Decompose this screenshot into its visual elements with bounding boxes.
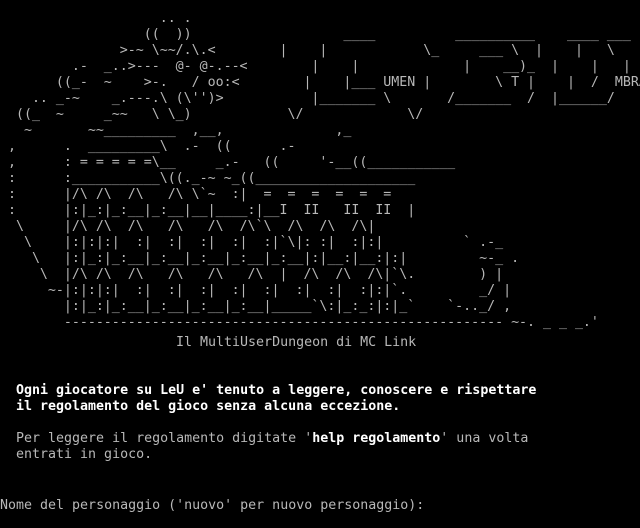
help-line-1: Per leggere il regolamento digitate 'hel… [16, 431, 528, 447]
notice-line-2: il regolamento del gioco senza alcuna ec… [16, 399, 401, 414]
login-prompt-label: Nome del personaggio ('nuovo' per nuovo … [0, 498, 425, 513]
subtitle: Il MultiUserDungeon di MC Link [176, 335, 417, 350]
text-cursor [432, 495, 440, 509]
help-line-2: entrati in gioco. [16, 447, 153, 462]
help-command: help regolamento [312, 431, 441, 446]
ascii-art-banner: .. . (( )) ____ __________ ____ ___ >-~ … [7, 11, 640, 330]
notice-line-1: Ogni giocatore su LeU e' tenuto a legger… [16, 383, 537, 398]
help-prefix: Per leggere il regolamento digitate ' [16, 431, 313, 446]
help-suffix: ' una volta [440, 431, 529, 446]
terminal-window[interactable]: .. . (( )) ____ __________ ____ ___ >-~ … [0, 0, 640, 528]
login-prompt-line[interactable]: Nome del personaggio ('nuovo' per nuovo … [0, 495, 440, 514]
